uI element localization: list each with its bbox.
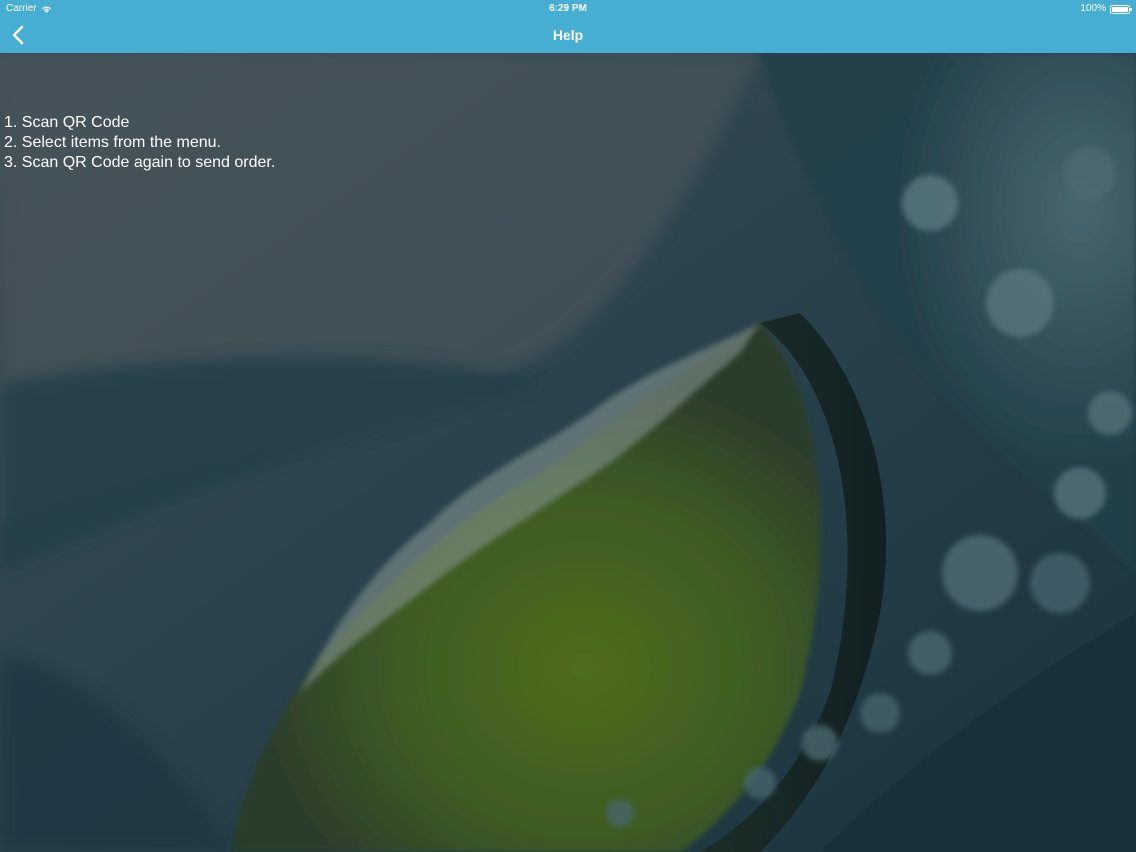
status-bar: Carrier 6:29 PM 100% <box>0 0 1136 18</box>
battery-fill <box>1112 6 1128 12</box>
help-instructions: 1. Scan QR Code 2. Select items from the… <box>4 113 275 173</box>
help-screen: Carrier 6:29 PM 100% Help 1. Scan QR Cod… <box>0 0 1136 852</box>
navigation-bar: Help <box>0 18 1136 53</box>
battery-percent: 100% <box>1080 3 1106 14</box>
page-title: Help <box>552 27 584 43</box>
battery-indicator: 100% <box>1080 0 1132 18</box>
header: Carrier 6:29 PM 100% Help <box>0 0 1136 53</box>
help-step-1: 1. Scan QR Code <box>4 114 130 131</box>
battery-tip <box>1130 7 1132 11</box>
help-step-2: 2. Select items from the menu. <box>4 134 221 151</box>
battery-icon <box>1110 4 1132 14</box>
status-time: 6:29 PM <box>549 3 587 14</box>
help-step-3: 3. Scan QR Code again to send order. <box>4 154 276 171</box>
